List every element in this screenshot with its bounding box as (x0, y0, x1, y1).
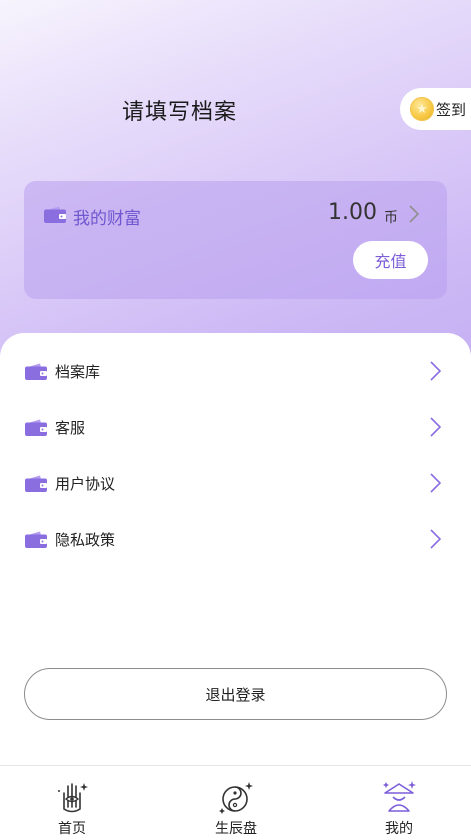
tab-birth-chart[interactable]: 生辰盘 (181, 766, 291, 840)
recharge-button[interactable]: 充值 (353, 241, 428, 279)
wealth-amount: 1.00 (328, 200, 377, 225)
tab-bar: 首页 生辰盘 我的 (0, 765, 471, 840)
chevron-right-icon (430, 473, 442, 493)
tab-mine[interactable]: 我的 (344, 766, 454, 840)
wallet-icon (25, 363, 47, 380)
page-title[interactable]: 请填写档案 (122, 94, 237, 126)
tab-label: 首页 (58, 821, 86, 837)
menu-item-label: 档案库 (55, 362, 101, 381)
wallet-icon (25, 531, 47, 548)
wallet-icon (25, 475, 47, 492)
menu-item-customer-service[interactable]: 客服 (0, 399, 471, 455)
menu-item-user-agreement[interactable]: 用户协议 (0, 455, 471, 511)
menu-item-privacy-policy[interactable]: 隐私政策 (0, 511, 471, 567)
header-background (0, 0, 471, 360)
logout-button[interactable]: 退出登录 (24, 668, 447, 720)
profile-icon (383, 781, 416, 812)
wallet-icon (44, 206, 66, 223)
wealth-unit: 币 (384, 210, 398, 226)
coin-icon: ★ (410, 97, 434, 121)
tab-label: 生辰盘 (215, 821, 257, 837)
menu-item-label: 客服 (55, 418, 86, 437)
checkin-button[interactable]: ★ 签到 (400, 88, 471, 130)
menu-item-label: 隐私政策 (55, 530, 116, 549)
chevron-right-icon (430, 417, 442, 437)
yin-yang-icon (219, 782, 253, 814)
menu-item-label: 用户协议 (55, 474, 116, 493)
menu-item-archive[interactable]: 档案库 (0, 343, 471, 399)
checkin-label: 签到 (436, 100, 467, 119)
chevron-right-icon (430, 529, 442, 549)
wealth-title: 我的财富 (73, 209, 141, 229)
palm-eye-icon (58, 783, 88, 813)
wallet-icon (25, 419, 47, 436)
chevron-right-icon (430, 361, 442, 381)
tab-home[interactable]: 首页 (17, 766, 127, 840)
tab-label: 我的 (385, 821, 413, 837)
wealth-card[interactable]: 我的财富 1.00 币 充值 (24, 181, 447, 299)
chevron-right-icon (409, 205, 420, 223)
